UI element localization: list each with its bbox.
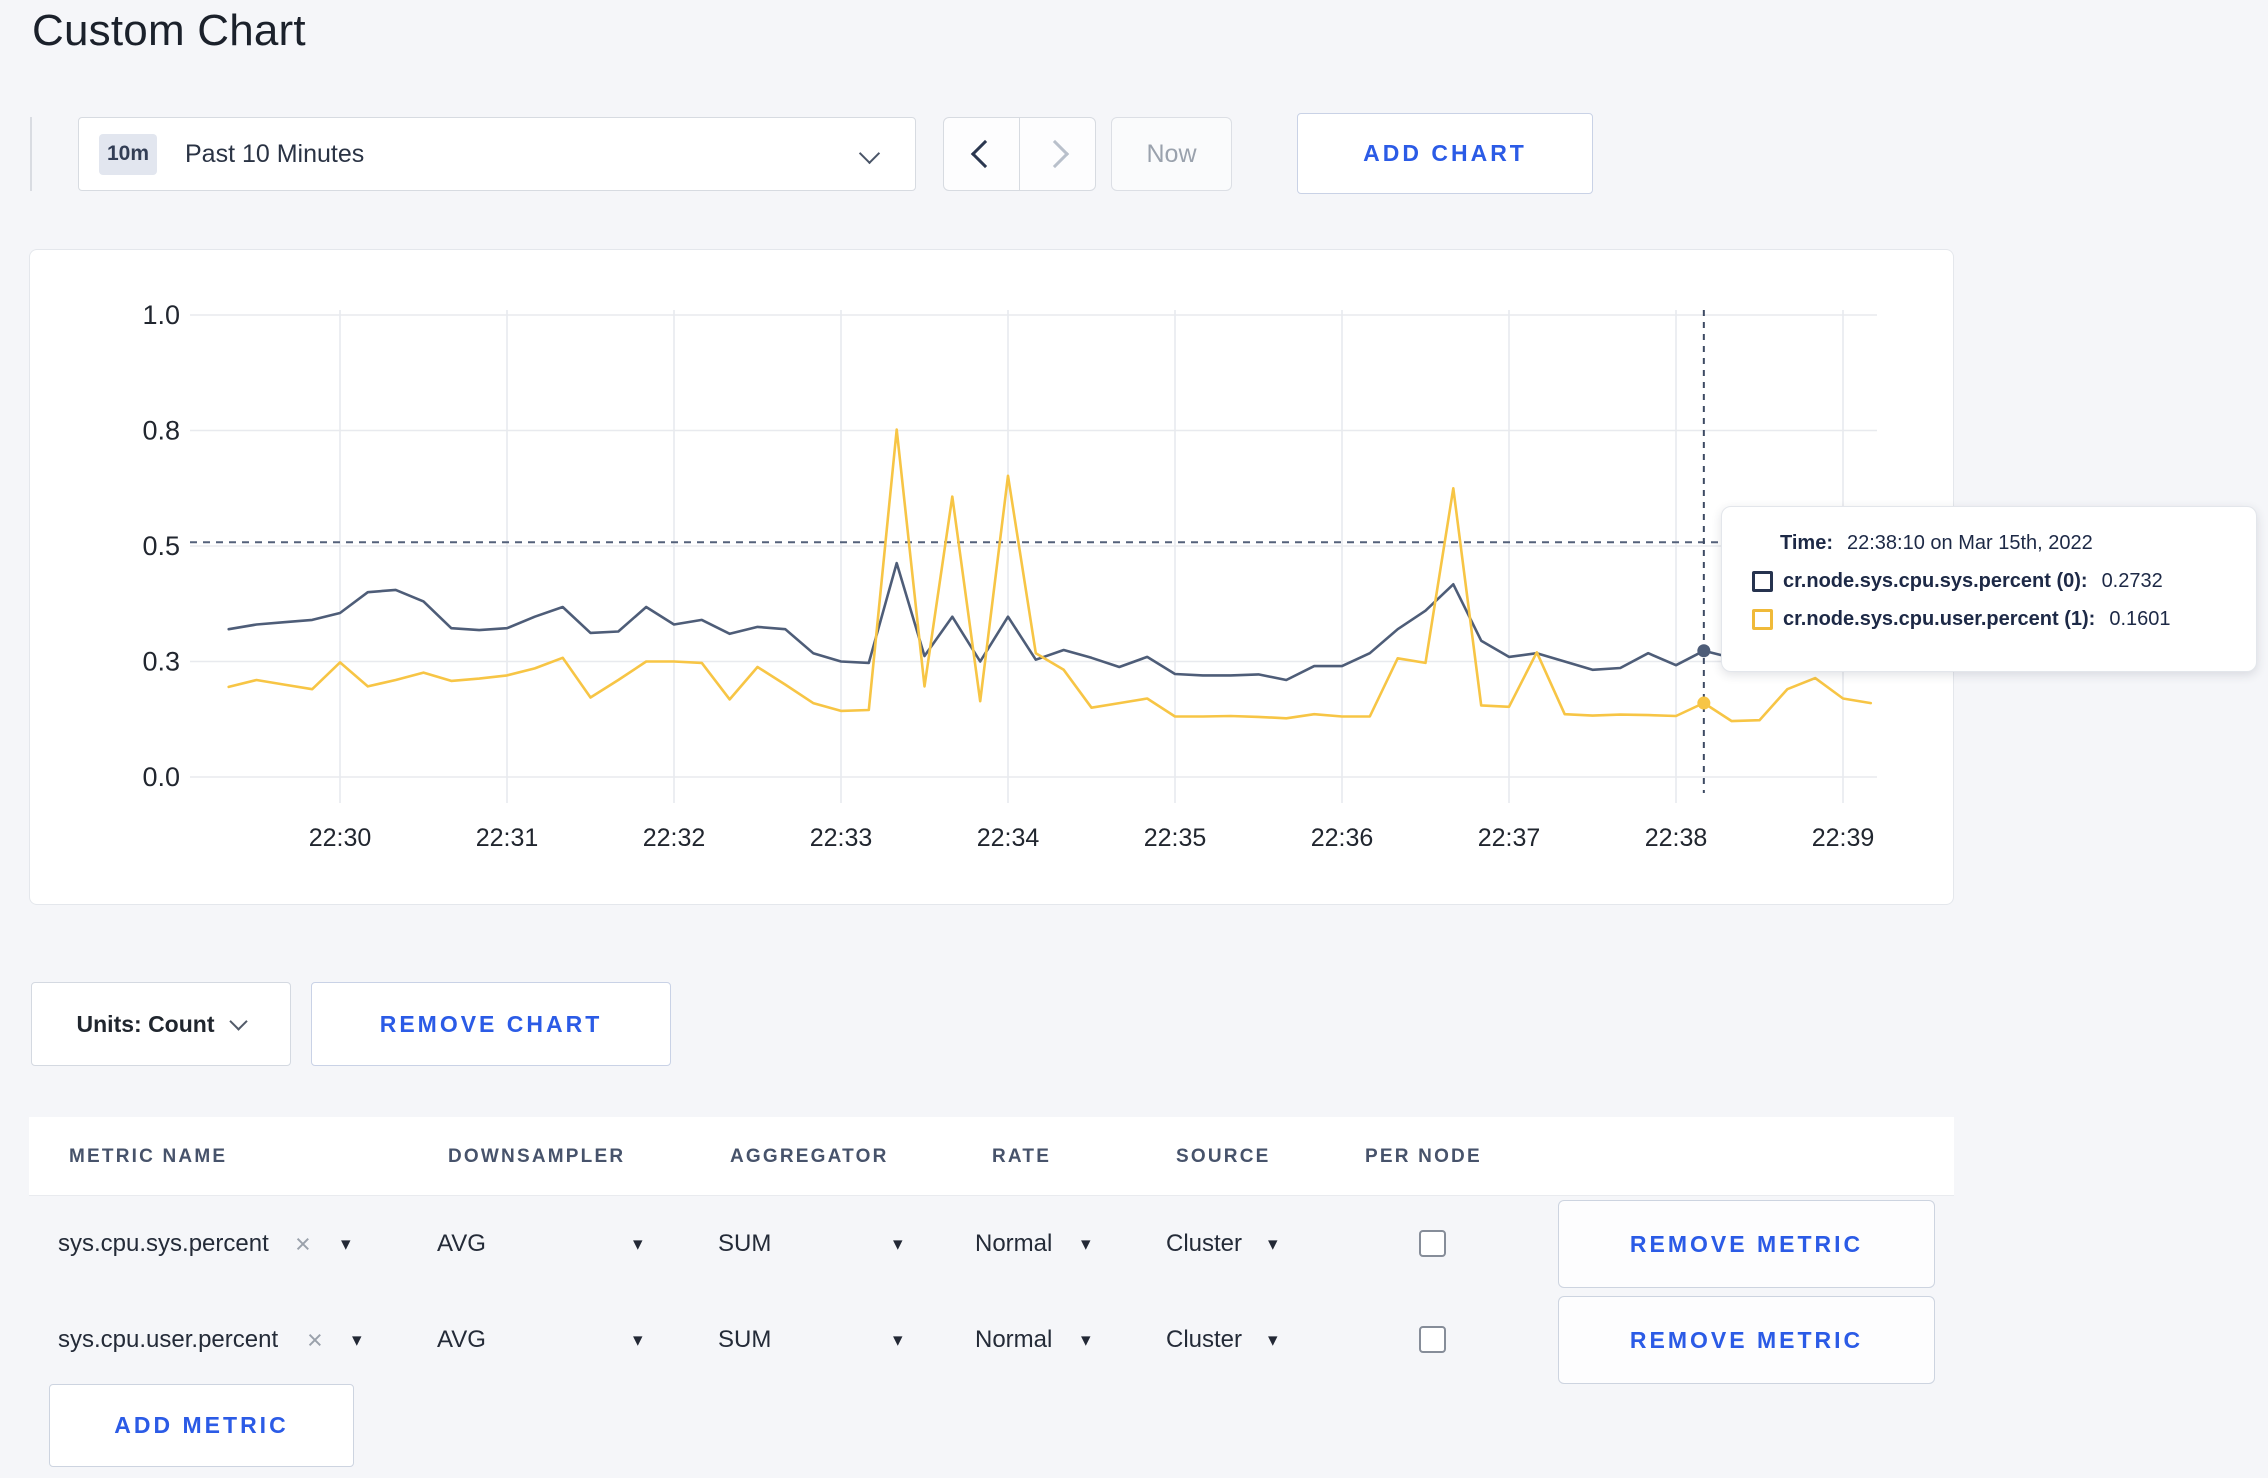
caret-down-icon[interactable]: ▾ [633,1196,643,1292]
add-chart-button[interactable]: ADD CHART [1297,113,1593,194]
caret-down-icon[interactable]: ▾ [633,1292,643,1388]
source-select[interactable]: Cluster [1166,1292,1242,1388]
clear-metric-icon[interactable]: × [295,1196,311,1292]
caret-down-icon[interactable]: ▾ [893,1292,903,1388]
col-aggregator: AGGREGATOR [730,1146,889,1167]
next-interval-button[interactable] [1020,118,1095,190]
tooltip-sys-value: 0.2732 [2101,570,2163,592]
custom-chart-page: Custom Chart 10m Past 10 Minutes Now ADD… [0,0,2268,1478]
aggregator-select[interactable]: SUM [718,1292,771,1388]
source-select[interactable]: Cluster [1166,1196,1242,1292]
remove-metric-button[interactable]: REMOVE METRIC [1558,1200,1935,1288]
caret-down-icon[interactable]: ▾ [1081,1292,1091,1388]
col-source: SOURCE [1176,1146,1271,1167]
sys-series-swatch-icon [1752,571,1773,592]
metrics-table-header: METRIC NAME DOWNSAMPLER AGGREGATOR RATE … [29,1117,1954,1196]
rate-select[interactable]: Normal [975,1292,1052,1388]
tooltip-time-label: Time: [1780,532,1833,554]
chart-tooltip: Time: 22:38:10 on Mar 15th, 2022 cr.node… [1721,506,2257,672]
per-node-checkbox[interactable] [1419,1326,1446,1353]
downsampler-select[interactable]: AVG [437,1196,486,1292]
remove-metric-button[interactable]: REMOVE METRIC [1558,1296,1935,1384]
remove-chart-button[interactable]: REMOVE CHART [311,982,671,1066]
caret-down-icon[interactable]: ▾ [352,1292,362,1388]
units-dropdown[interactable]: Units: Count [31,982,291,1066]
user-series-swatch-icon [1752,609,1773,630]
chevron-down-icon [858,142,881,165]
per-node-checkbox[interactable] [1419,1230,1446,1257]
page-title: Custom Chart [32,6,306,55]
col-metric-name: METRIC NAME [69,1146,228,1167]
tooltip-time-value: 22:38:10 on Mar 15th, 2022 [1846,532,2093,554]
col-rate: RATE [992,1146,1052,1167]
metric-name-select[interactable]: sys.cpu.user.percent [58,1292,278,1388]
now-button[interactable]: Now [1111,117,1232,191]
time-range-badge: 10m [99,133,157,175]
col-per-node: PER NODE [1365,1146,1482,1167]
toolbar-divider [30,117,32,191]
caret-down-icon[interactable]: ▾ [1081,1196,1091,1292]
aggregator-select[interactable]: SUM [718,1196,771,1292]
chevron-down-icon [229,1011,249,1031]
add-metric-button[interactable]: ADD METRIC [49,1384,354,1467]
prev-interval-button[interactable] [944,118,1020,190]
metric-name-select[interactable]: sys.cpu.sys.percent [58,1196,269,1292]
clear-metric-icon[interactable]: × [307,1292,323,1388]
tooltip-user-label: cr.node.sys.cpu.user.percent (1): [1783,608,2096,630]
caret-down-icon[interactable]: ▾ [1268,1292,1278,1388]
chevron-right-icon [1040,139,1069,169]
col-downsampler: DOWNSAMPLER [448,1146,626,1167]
tooltip-user-value: 0.1601 [2109,608,2171,630]
caret-down-icon[interactable]: ▾ [893,1196,903,1292]
downsampler-select[interactable]: AVG [437,1292,486,1388]
time-range-dropdown[interactable]: 10m Past 10 Minutes [78,117,916,191]
rate-select[interactable]: Normal [975,1196,1052,1292]
time-nav-group [943,117,1096,191]
time-range-label: Past 10 Minutes [185,139,365,168]
table-row: sys.cpu.user.percent × ▾ AVG ▾ SUM ▾ Nor… [29,1292,1954,1388]
table-row: sys.cpu.sys.percent × ▾ AVG ▾ SUM ▾ Norm… [29,1196,1954,1292]
units-label: Units: Count [76,1010,215,1037]
tooltip-sys-label: cr.node.sys.cpu.sys.percent (0): [1783,570,2088,592]
caret-down-icon[interactable]: ▾ [1268,1196,1278,1292]
caret-down-icon[interactable]: ▾ [341,1196,351,1292]
chevron-left-icon [970,139,999,169]
chart-card [29,249,1954,905]
